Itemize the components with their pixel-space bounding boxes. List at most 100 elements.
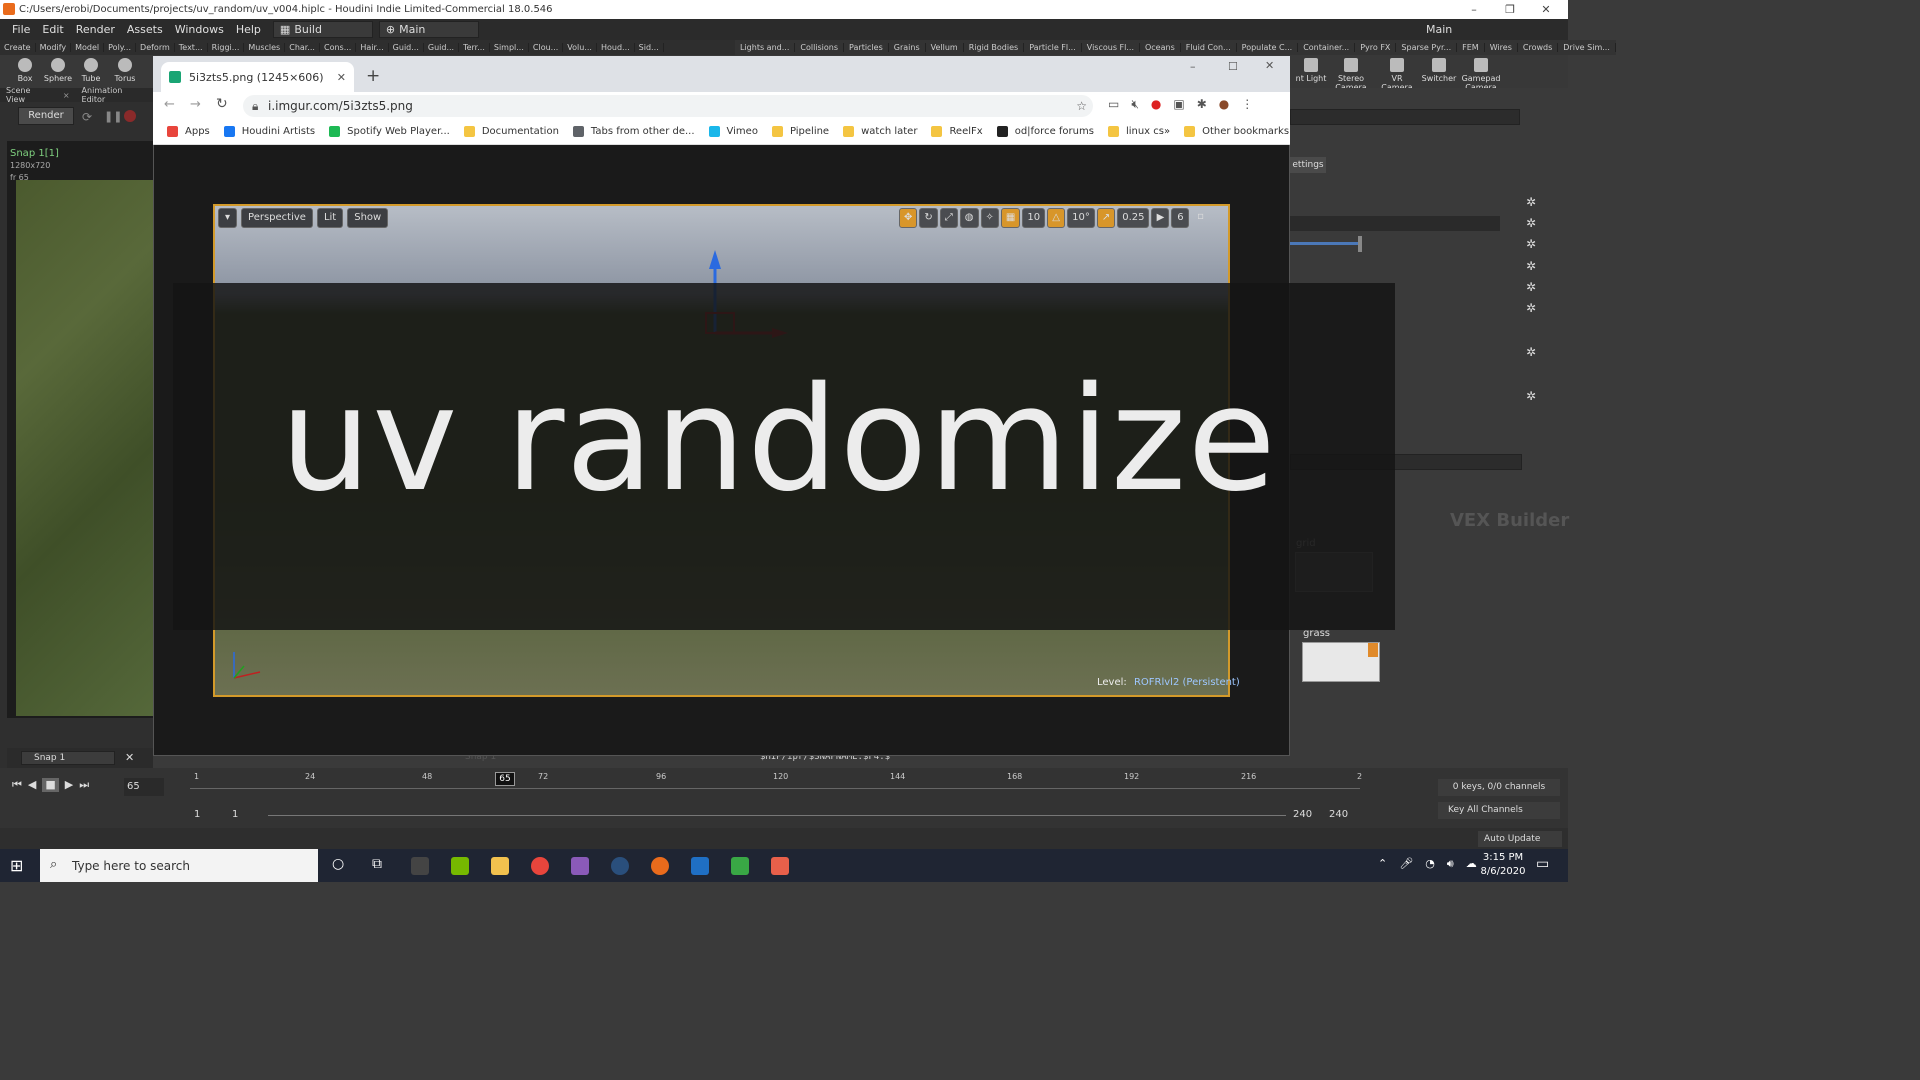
shelf-tab[interactable]: Model (71, 43, 105, 52)
range-slider[interactable] (268, 815, 1286, 816)
puzzle-icon[interactable]: ✱ (1197, 97, 1207, 112)
key-all-channels-button[interactable]: Key All Channels (1438, 802, 1560, 819)
shelf-tab[interactable]: Guid... (424, 43, 460, 52)
shelf-tab[interactable]: Pyro FX (1355, 43, 1397, 52)
shelf-tab[interactable]: Vellum (926, 43, 964, 52)
shelf-tab[interactable]: Crowds (1518, 43, 1559, 52)
taskbar-search[interactable]: ⌕ Type here to search (40, 849, 318, 882)
start-frame-field[interactable]: 1 (194, 809, 200, 820)
gear-icon[interactable]: ✲ (1526, 196, 1538, 208)
nvidia-icon[interactable] (451, 857, 469, 875)
pause-icon[interactable]: ❚❚ (104, 110, 122, 123)
bookmark-item[interactable]: Houdini Artists (223, 126, 315, 137)
shelf-tab[interactable]: Deform (136, 43, 175, 52)
camera-speed-value[interactable]: 6 (1171, 208, 1190, 228)
mute-icon[interactable]: 🔇︎ (1131, 97, 1139, 112)
current-frame-field[interactable]: 65 (124, 778, 164, 796)
parameter-field[interactable] (1290, 216, 1500, 231)
task-view-icon[interactable]: ⧉ (372, 856, 382, 872)
browser-minimize-button[interactable]: – (1190, 60, 1196, 73)
shelf-tab[interactable]: Wires (1485, 43, 1518, 52)
maximize-viewport-icon[interactable]: ▫ (1191, 208, 1209, 228)
wifi-icon[interactable]: ◔ (1425, 857, 1435, 871)
gear-icon[interactable]: ✲ (1526, 390, 1538, 402)
shelf-tab[interactable]: Fluid Con... (1181, 43, 1237, 52)
shelf-tab[interactable]: Riggi... (208, 43, 245, 52)
windows-start-icon[interactable]: ⊞ (10, 856, 23, 875)
gear-icon[interactable]: ✲ (1526, 302, 1538, 314)
new-tab-icon[interactable]: + (366, 66, 380, 86)
angle-snap-icon[interactable]: △ (1047, 208, 1066, 228)
bookmarks-overflow-icon[interactable]: » (1164, 126, 1170, 137)
range-start-field[interactable]: 1 (232, 809, 238, 820)
shelf-tab[interactable]: Cons... (320, 43, 357, 52)
tab-scene-view[interactable]: Scene View (0, 86, 57, 104)
gizmo-z-arrow[interactable] (709, 250, 721, 269)
browser-maximize-button[interactable]: ☐ (1228, 60, 1238, 73)
opera-extension-icon[interactable]: ● (1151, 97, 1161, 112)
menu-render[interactable]: Render (70, 23, 121, 36)
shelf-tab[interactable]: Hair... (356, 43, 389, 52)
translate-icon[interactable]: ✥ (899, 208, 918, 228)
shelf-tab[interactable]: Container... (1298, 43, 1356, 52)
step-back-icon[interactable]: ◀ (28, 778, 36, 792)
volume-icon[interactable]: 🔊︎ (1447, 857, 1454, 871)
microphone-icon[interactable]: 🎤︎ (1399, 857, 1413, 871)
gear-icon[interactable]: ✲ (1526, 238, 1538, 250)
shelf-tab[interactable]: Poly... (104, 43, 137, 52)
bookmark-item[interactable]: Apps (167, 126, 210, 137)
timeline-track[interactable] (190, 788, 1360, 789)
bookmark-item[interactable]: ReelFx (931, 126, 983, 137)
scale-snap-value[interactable]: 0.25 (1117, 208, 1150, 228)
snapshot-close-icon[interactable]: ✕ (125, 751, 134, 764)
shelf-tool[interactable]: Switcher (1418, 58, 1460, 83)
forward-icon[interactable]: → (190, 97, 201, 112)
bookmark-star-icon[interactable]: ☆ (1076, 95, 1087, 117)
shelf-tab[interactable]: Collisions (795, 43, 845, 52)
shelf-tab[interactable]: Oceans (1140, 43, 1181, 52)
main-selector[interactable]: ⊕ Main (378, 21, 479, 38)
menu-edit[interactable]: Edit (36, 23, 69, 36)
scale-icon[interactable]: ⤢ (939, 208, 958, 228)
notifications-icon[interactable]: ▭ (1536, 856, 1549, 872)
close-button[interactable]: ✕ (1528, 0, 1564, 19)
file-explorer-icon[interactable] (491, 857, 509, 875)
bookmark-item[interactable]: linux cs (1107, 126, 1164, 137)
app-c-green-icon[interactable] (731, 857, 749, 875)
bookmark-item[interactable]: Documentation (463, 126, 559, 137)
range-end-field[interactable]: 240 (1293, 809, 1312, 820)
shelf-tool-torus[interactable]: Torus (108, 58, 142, 83)
auto-update-select[interactable]: Auto Update (1478, 831, 1562, 847)
shelf-tab[interactable]: Create (0, 43, 36, 52)
shelf-tab[interactable]: Populate C... (1237, 43, 1299, 52)
cortana-icon[interactable]: ○ (332, 856, 344, 872)
bookmark-item[interactable]: Spotify Web Player... (329, 126, 450, 137)
render-button[interactable]: Render (18, 107, 74, 125)
maximize-button[interactable]: ❐ (1492, 0, 1528, 19)
surface-snap-icon[interactable]: ✧ (980, 208, 999, 228)
gear-icon[interactable]: ✲ (1526, 281, 1538, 293)
menu-help[interactable]: Help (230, 23, 267, 36)
shelf-tool-tube[interactable]: Tube (74, 58, 108, 83)
shelf-tab[interactable]: Houd... (597, 43, 635, 52)
grid-snap-value[interactable]: 10 (1022, 208, 1046, 228)
rotate-icon[interactable]: ↻ (919, 208, 938, 228)
extension-icon[interactable]: ▣ (1173, 97, 1184, 112)
jump-start-icon[interactable]: ⏮ (12, 778, 22, 792)
shelf-tab[interactable]: Sparse Pyr... (1396, 43, 1458, 52)
reload-icon[interactable]: ↻ (216, 96, 228, 112)
snapshot-select[interactable]: Snap 1 (21, 751, 115, 765)
shelf-tool[interactable]: VR Camera (1376, 58, 1418, 92)
shelf-tool-sphere[interactable]: Sphere (41, 58, 75, 83)
steam-icon[interactable] (611, 857, 629, 875)
gear-icon[interactable]: ✲ (1526, 217, 1538, 229)
bookmark-item[interactable]: watch later (843, 126, 917, 137)
shelf-tab[interactable]: Rigid Bodies (964, 43, 1025, 52)
perspective-button[interactable]: Perspective (241, 208, 313, 228)
right-main-selector[interactable]: Main (1406, 21, 1542, 38)
address-bar[interactable]: 🔒︎ i.imgur.com/5i3zts5.png ☆ (243, 95, 1093, 117)
shelf-tab[interactable]: Particles (844, 43, 889, 52)
photos-icon[interactable] (691, 857, 709, 875)
menu-file[interactable]: File (6, 23, 36, 36)
shelf-tab[interactable]: Sid... (635, 43, 664, 52)
